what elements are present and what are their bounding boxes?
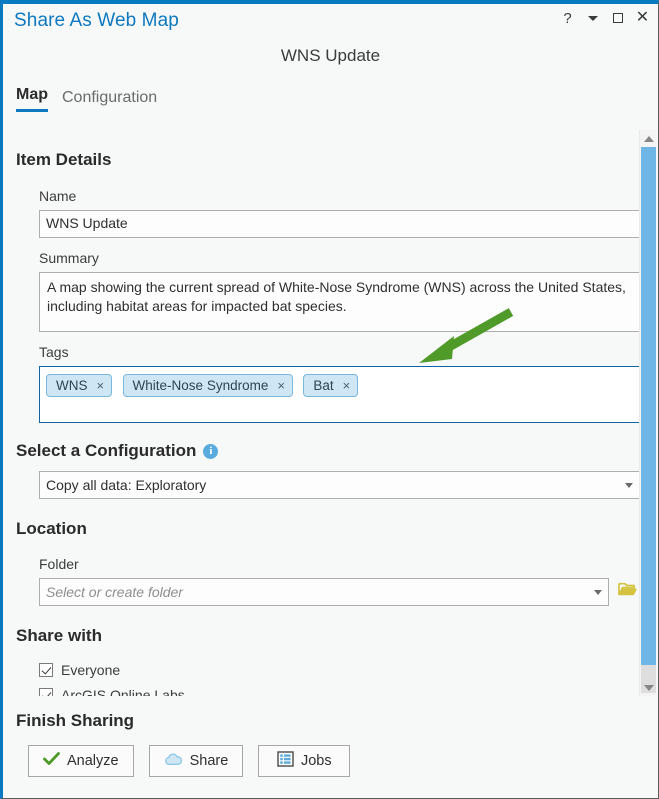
cloud-icon xyxy=(164,752,183,770)
tags-label: Tags xyxy=(39,344,69,360)
page-title: WNS Update xyxy=(280,46,381,65)
info-icon[interactable]: i xyxy=(203,443,219,459)
configuration-heading: Select a Configuration xyxy=(16,441,197,460)
name-label: Name xyxy=(39,188,77,204)
settings-scroll-area: Item Details Name WNS Update Summary A m… xyxy=(6,130,658,696)
close-icon[interactable]: ✕ xyxy=(635,10,650,26)
share-as-web-map-dialog: Share As Web Map ? ✕ WNS Update Map Conf… xyxy=(0,0,659,799)
scrollbar-track[interactable] xyxy=(640,147,657,693)
title-bar: Share As Web Map ? ✕ xyxy=(3,4,658,38)
tab-bar: Map Configuration xyxy=(16,86,658,112)
folder-icon[interactable] xyxy=(618,581,638,603)
item-details-heading: Item Details xyxy=(16,150,112,169)
window-controls: ? ✕ xyxy=(560,10,650,26)
tag-chip[interactable]: White-Nose Syndrome × xyxy=(122,374,293,397)
action-button-row: Analyze Share Jobs xyxy=(6,745,657,777)
share-button[interactable]: Share xyxy=(148,745,244,777)
restore-icon[interactable] xyxy=(610,10,625,26)
tags-input[interactable]: WNS × White-Nose Syndrome × Bat × xyxy=(39,366,640,423)
vertical-scrollbar[interactable] xyxy=(639,130,657,696)
settings-content: Item Details Name WNS Update Summary A m… xyxy=(6,130,640,696)
folder-row: Select or create folder xyxy=(6,578,638,606)
configuration-select-value: Copy all data: Exploratory xyxy=(46,477,207,493)
tag-label: White-Nose Syndrome xyxy=(132,378,269,393)
check-icon xyxy=(43,752,60,770)
analyze-button-label: Analyze xyxy=(67,753,119,769)
folder-select[interactable]: Select or create folder xyxy=(39,578,609,606)
summary-label: Summary xyxy=(39,250,99,266)
location-heading: Location xyxy=(16,519,87,538)
chevron-down-icon xyxy=(625,482,633,488)
summary-textarea[interactable]: A map showing the current spread of Whit… xyxy=(39,272,640,332)
tag-remove-icon[interactable]: × xyxy=(277,378,285,393)
jobs-button-label: Jobs xyxy=(300,753,332,769)
tag-chip[interactable]: WNS × xyxy=(46,374,113,397)
analyze-button[interactable]: Analyze xyxy=(28,745,134,777)
finish-sharing-heading: Finish Sharing xyxy=(16,711,135,730)
tag-chip[interactable]: Bat × xyxy=(303,374,359,397)
tag-label: WNS xyxy=(56,378,88,393)
jobs-button[interactable]: Jobs xyxy=(258,745,351,777)
scrollbar-thumb[interactable] xyxy=(641,147,656,665)
tab-configuration[interactable]: Configuration xyxy=(62,89,157,112)
tab-map[interactable]: Map xyxy=(16,86,48,112)
share-option-arcgis-online-labs[interactable]: ArcGIS Online Labs xyxy=(6,687,638,696)
folder-label: Folder xyxy=(39,556,79,572)
share-option-label: ArcGIS Online Labs xyxy=(61,687,185,696)
list-icon xyxy=(277,751,294,771)
folder-select-value: Select or create folder xyxy=(46,584,183,600)
checkbox-icon[interactable] xyxy=(39,663,53,677)
checkbox-icon[interactable] xyxy=(39,688,53,696)
chevron-down-icon xyxy=(594,589,602,595)
tag-remove-icon[interactable]: × xyxy=(343,378,351,393)
configuration-select[interactable]: Copy all data: Exploratory xyxy=(39,471,640,499)
share-button-label: Share xyxy=(189,753,229,769)
name-input[interactable]: WNS Update xyxy=(39,210,640,238)
share-with-heading: Share with xyxy=(16,626,102,645)
tag-remove-icon[interactable]: × xyxy=(97,378,105,393)
finish-sharing-section: Finish Sharing Analyze Share Jobs xyxy=(6,698,657,797)
window-title: Share As Web Map xyxy=(14,10,179,31)
scroll-down-arrow-icon[interactable] xyxy=(640,679,657,696)
chevron-down-icon[interactable] xyxy=(585,10,600,26)
help-icon[interactable]: ? xyxy=(560,10,575,26)
configuration-heading-row: Select a Configuration i xyxy=(6,441,638,461)
tag-label: Bat xyxy=(313,378,334,393)
scroll-up-arrow-icon[interactable] xyxy=(640,130,657,147)
share-option-everyone[interactable]: Everyone xyxy=(6,662,638,678)
share-option-label: Everyone xyxy=(61,662,121,678)
